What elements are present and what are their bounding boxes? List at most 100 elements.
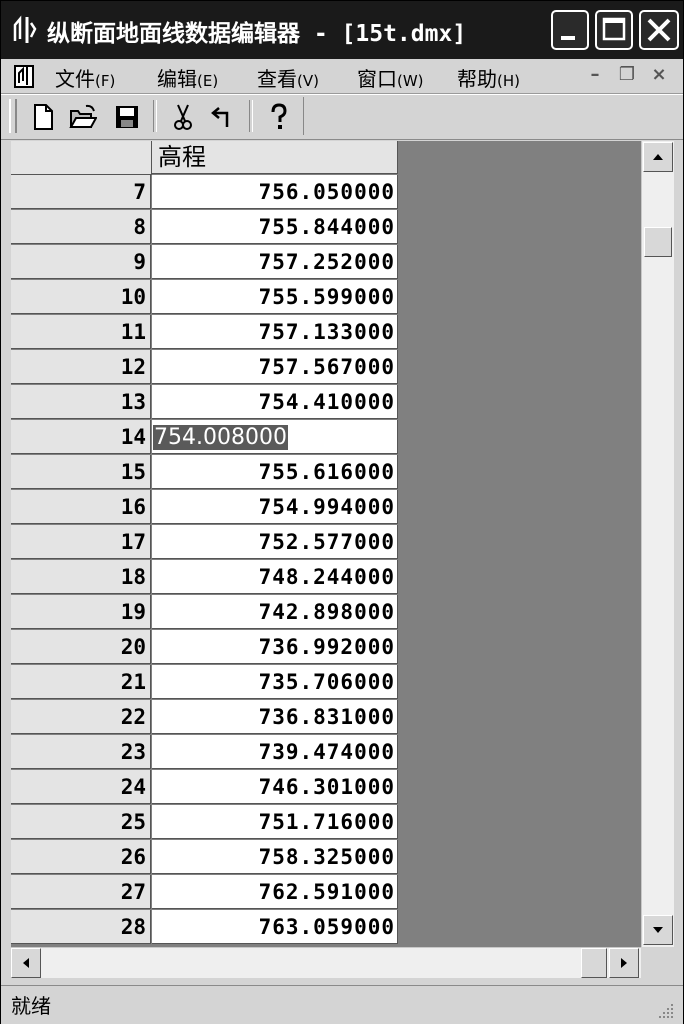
elevation-cell-editing[interactable]: 754.008000	[152, 420, 398, 454]
elevation-cell[interactable]: 758.325000	[152, 840, 398, 874]
table-row: 15 755.616000	[11, 455, 399, 490]
save-disk-icon[interactable]	[113, 103, 141, 131]
elevation-cell[interactable]: 752.577000	[152, 525, 398, 559]
toolbar-grip[interactable]	[9, 99, 17, 133]
elevation-cell[interactable]: 746.301000	[152, 770, 398, 804]
row-header[interactable]: 26	[11, 840, 151, 874]
scroll-up-button[interactable]	[643, 142, 673, 172]
open-folder-icon[interactable]	[69, 103, 97, 131]
row-header[interactable]: 22	[11, 700, 151, 734]
arrow-up-icon	[653, 154, 663, 160]
row-header[interactable]: 18	[11, 560, 151, 594]
help-question-icon[interactable]	[265, 103, 293, 131]
elevation-cell[interactable]: 755.844000	[152, 210, 398, 244]
table-row: 10 755.599000	[11, 280, 399, 315]
cell-edit-selection[interactable]: 754.008000	[153, 425, 288, 450]
elevation-cell[interactable]: 756.050000	[152, 175, 398, 209]
row-header[interactable]: 19	[11, 595, 151, 629]
toolbar-edge	[303, 97, 304, 135]
mdi-restore-button[interactable]: ❐	[615, 63, 639, 87]
horizontal-scroll-thumb[interactable]	[581, 948, 607, 978]
table-row: 16 754.994000	[11, 490, 399, 525]
row-header[interactable]: 24	[11, 770, 151, 804]
document-icon[interactable]	[13, 63, 37, 89]
elevation-cell[interactable]: 754.994000	[152, 490, 398, 524]
app-window: 纵断面地面线数据编辑器 - [15t.dmx] 文件(F) 编辑(E) 查看(V…	[0, 0, 684, 1024]
elevation-cell[interactable]: 735.706000	[152, 665, 398, 699]
scroll-down-button[interactable]	[643, 915, 673, 945]
row-header[interactable]: 20	[11, 630, 151, 664]
table-row: 14 754.008000	[11, 420, 399, 455]
row-header[interactable]: 12	[11, 350, 151, 384]
row-header[interactable]: 23	[11, 735, 151, 769]
row-header[interactable]: 14	[11, 420, 151, 454]
scroll-left-button[interactable]	[11, 948, 41, 978]
mdi-minimize-button[interactable]: –	[583, 63, 607, 87]
row-header[interactable]: 16	[11, 490, 151, 524]
close-button[interactable]	[639, 10, 679, 50]
elevation-cell[interactable]: 748.244000	[152, 560, 398, 594]
row-header[interactable]: 17	[11, 525, 151, 559]
table-row: 7 756.050000	[11, 175, 399, 210]
menu-help[interactable]: 帮助(H)	[457, 63, 520, 92]
table-row: 22 736.831000	[11, 700, 399, 735]
toolbar-separator	[249, 100, 253, 132]
elevation-cell[interactable]: 736.831000	[152, 700, 398, 734]
maximize-button[interactable]	[595, 10, 633, 50]
resize-grip-icon[interactable]	[657, 1002, 675, 1020]
elevation-cell[interactable]: 757.567000	[152, 350, 398, 384]
vertical-scroll-thumb[interactable]	[644, 227, 672, 257]
grid-corner-cell[interactable]	[11, 141, 152, 175]
close-icon	[647, 18, 671, 42]
row-header[interactable]: 15	[11, 455, 151, 489]
row-header[interactable]: 13	[11, 385, 151, 419]
row-header[interactable]: 7	[11, 175, 151, 209]
row-header[interactable]: 9	[11, 245, 151, 279]
row-header[interactable]: 10	[11, 280, 151, 314]
table-row: 13 754.410000	[11, 385, 399, 420]
row-header[interactable]: 11	[11, 315, 151, 349]
row-header[interactable]: 27	[11, 875, 151, 909]
minimize-icon	[561, 36, 575, 40]
row-header[interactable]: 28	[11, 910, 151, 944]
minimize-button[interactable]	[551, 10, 589, 50]
elevation-cell[interactable]: 755.599000	[152, 280, 398, 314]
undo-arrow-icon[interactable]	[207, 103, 235, 131]
title-bar[interactable]: 纵断面地面线数据编辑器 - [15t.dmx]	[1, 1, 683, 59]
vertical-scrollbar[interactable]	[641, 141, 674, 947]
mdi-close-button[interactable]: ×	[647, 63, 671, 87]
app-icon	[13, 15, 37, 43]
new-file-icon[interactable]	[29, 103, 57, 131]
horizontal-scrollbar[interactable]	[11, 947, 641, 978]
scroll-right-button[interactable]	[609, 948, 639, 978]
row-header[interactable]: 8	[11, 210, 151, 244]
column-header-elevation[interactable]: 高程	[152, 141, 398, 174]
arrow-right-icon	[621, 958, 627, 968]
toolbar	[1, 94, 683, 140]
table-row: 12 757.567000	[11, 350, 399, 385]
menu-window[interactable]: 窗口(W)	[357, 63, 424, 92]
elevation-cell[interactable]: 757.252000	[152, 245, 398, 279]
menu-file[interactable]: 文件(F)	[55, 63, 115, 92]
row-header[interactable]: 25	[11, 805, 151, 839]
elevation-cell[interactable]: 755.616000	[152, 455, 398, 489]
elevation-cell[interactable]: 754.410000	[152, 385, 398, 419]
elevation-cell[interactable]: 757.133000	[152, 315, 398, 349]
table-row: 17 752.577000	[11, 525, 399, 560]
elevation-cell[interactable]: 763.059000	[152, 910, 398, 944]
grid-area[interactable]: 高程 7 756.050000 8 755.844000 9 757.252000 10 75…	[11, 141, 641, 947]
menu-view[interactable]: 查看(V)	[257, 63, 319, 92]
cut-scissors-icon[interactable]	[169, 103, 197, 131]
elevation-cell[interactable]: 736.992000	[152, 630, 398, 664]
row-header[interactable]: 21	[11, 665, 151, 699]
grid-header-row: 高程	[11, 141, 399, 175]
menu-edit[interactable]: 编辑(E)	[157, 63, 218, 92]
table-row: 8 755.844000	[11, 210, 399, 245]
table-row: 27 762.591000	[11, 875, 399, 910]
elevation-cell[interactable]: 762.591000	[152, 875, 398, 909]
table-row: 26 758.325000	[11, 840, 399, 875]
elevation-cell[interactable]: 739.474000	[152, 735, 398, 769]
elevation-cell[interactable]: 751.716000	[152, 805, 398, 839]
elevation-cell[interactable]: 742.898000	[152, 595, 398, 629]
table-row: 25 751.716000	[11, 805, 399, 840]
